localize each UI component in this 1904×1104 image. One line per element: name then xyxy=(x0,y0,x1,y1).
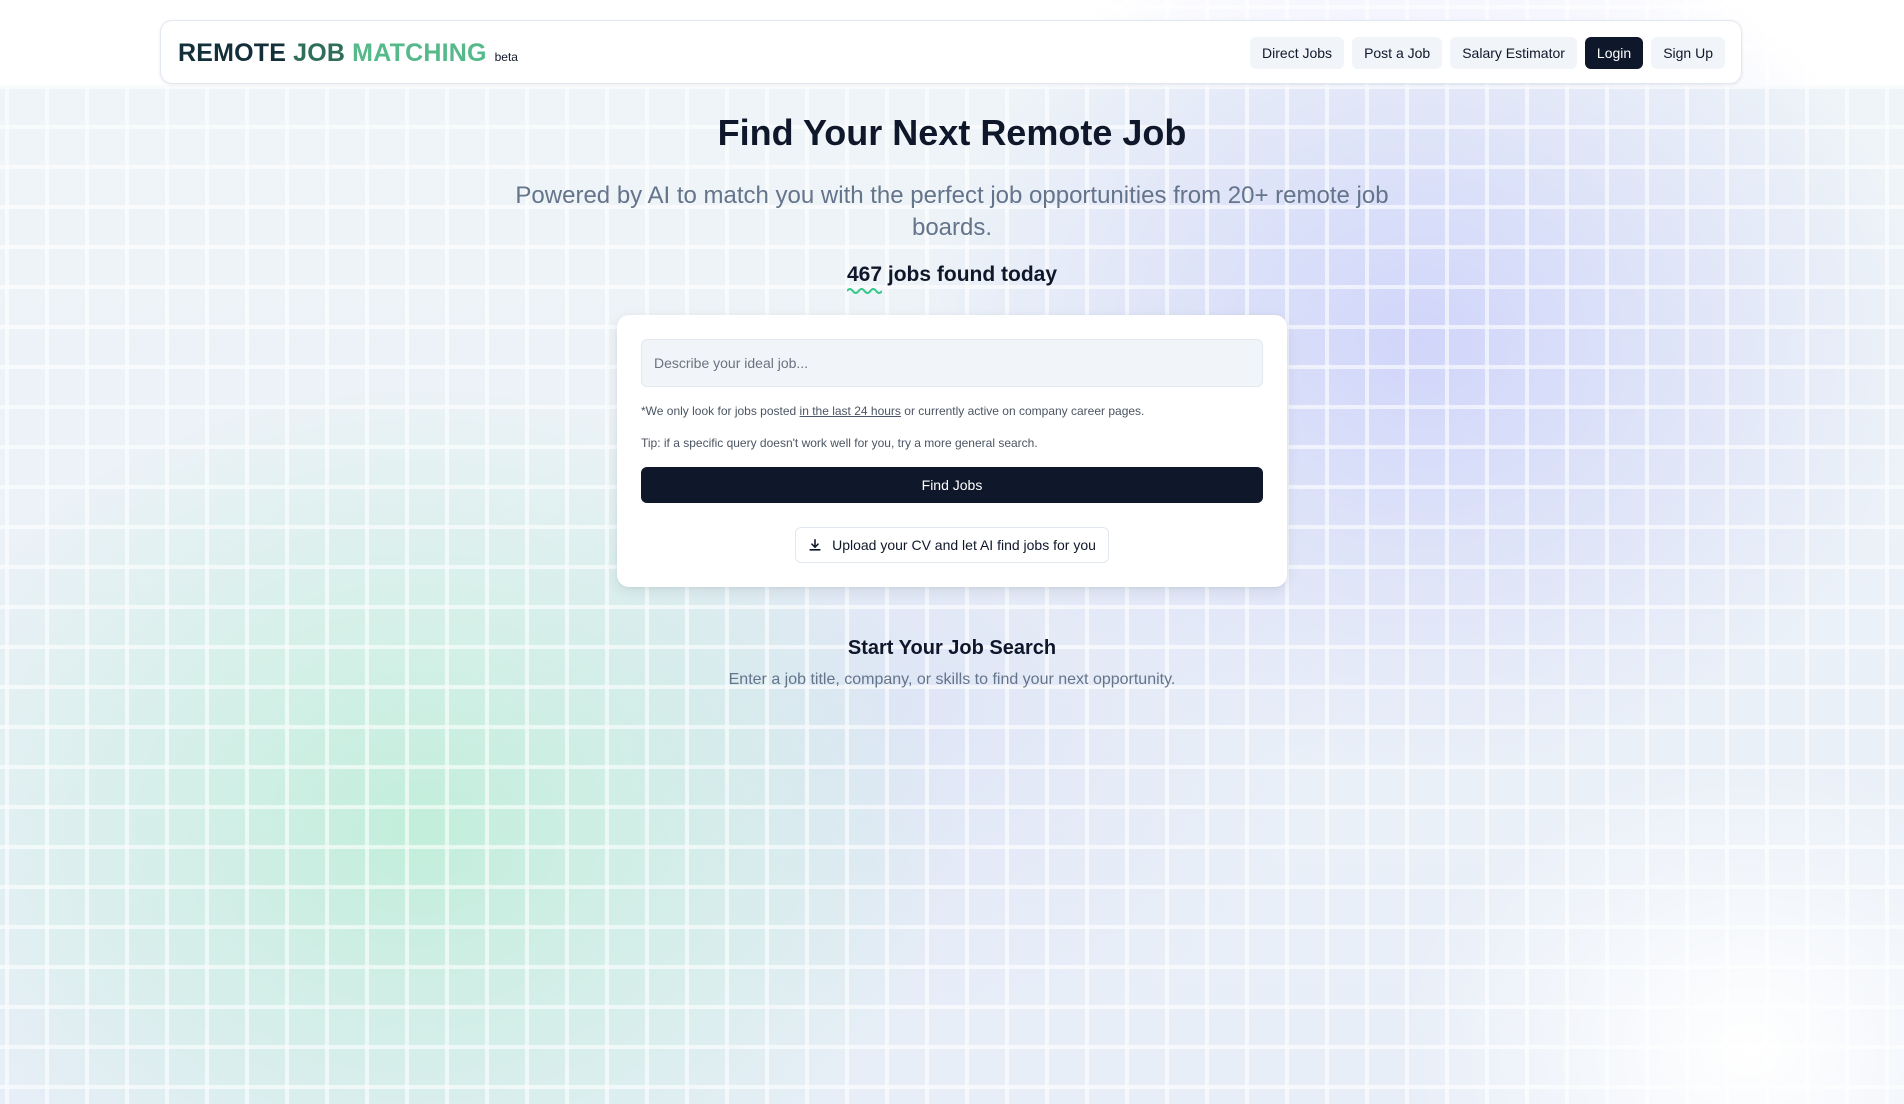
search-note-suffix: or currently active on company career pa… xyxy=(900,404,1145,418)
top-header: REMOTE JOB MATCHING beta Direct Jobs Pos… xyxy=(160,20,1742,84)
search-note-prefix: *We only look for jobs posted xyxy=(641,404,800,418)
site-logo[interactable]: REMOTE JOB MATCHING beta xyxy=(178,39,518,68)
download-icon xyxy=(809,538,821,551)
upload-cv-button[interactable]: Upload your CV and let AI find jobs for … xyxy=(795,527,1109,563)
page-subtitle: Powered by AI to match you with the perf… xyxy=(515,182,1389,241)
jobs-count: 467 xyxy=(846,263,883,286)
logo-word-remote: REMOTE xyxy=(178,39,287,67)
search-note: *We only look for jobs posted in the las… xyxy=(641,404,1263,418)
job-search-input[interactable] xyxy=(641,339,1263,387)
page-title: Find Your Next Remote Job xyxy=(717,112,1187,153)
logo-word-job: JOB xyxy=(293,39,346,67)
find-jobs-button[interactable]: Find Jobs xyxy=(641,467,1263,503)
search-tip: Tip: if a specific query doesn't work we… xyxy=(641,436,1038,450)
nav-post-a-job-button[interactable]: Post a Job xyxy=(1352,37,1443,69)
search-card: *We only look for jobs posted in the las… xyxy=(617,315,1287,587)
last-24-hours-link[interactable]: in the last 24 hours xyxy=(800,404,901,418)
login-button[interactable]: Login xyxy=(1584,37,1644,69)
logo-word-matching: MATCHING xyxy=(352,39,487,67)
squiggle-underline-icon xyxy=(846,288,883,294)
empty-state-title: Start Your Job Search xyxy=(847,637,1057,659)
nav-salary-estimator-button[interactable]: Salary Estimator xyxy=(1450,37,1577,69)
beta-badge: beta xyxy=(494,50,518,64)
sign-up-button[interactable]: Sign Up xyxy=(1651,37,1725,69)
upload-cv-label: Upload your CV and let AI find jobs for … xyxy=(832,537,1096,553)
jobs-found-today: 467 jobs found today xyxy=(0,263,1904,294)
empty-state-subtitle: Enter a job title, company, or skills to… xyxy=(728,671,1176,688)
nav-direct-jobs-button[interactable]: Direct Jobs xyxy=(1250,37,1345,69)
jobs-count-suffix: jobs found today xyxy=(882,263,1058,286)
main-nav: Direct Jobs Post a Job Salary Estimator … xyxy=(1250,37,1725,69)
jobs-count-wrapper: 467 xyxy=(846,263,883,294)
